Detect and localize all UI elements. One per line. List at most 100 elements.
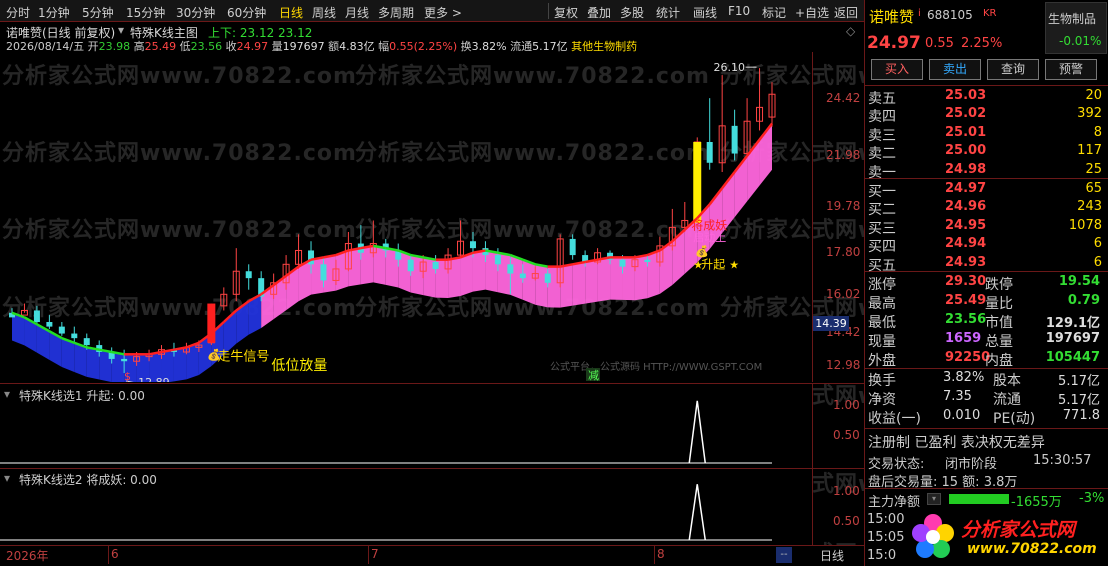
more-label: 更多 xyxy=(424,6,449,20)
time-axis-month: 7 xyxy=(371,547,379,561)
stat-value: 771.8 xyxy=(1062,408,1100,423)
trade-status-value: 闭市阶段 xyxy=(945,457,998,472)
multi-stock-button[interactable]: 多股 xyxy=(620,4,644,21)
period-tab-intraday[interactable]: 分时 xyxy=(6,4,30,21)
buy-level-label: 买五 xyxy=(868,257,896,274)
period-tab-daily[interactable]: 日线 xyxy=(279,4,303,21)
sell-button[interactable]: 卖出 xyxy=(929,59,981,80)
candle-body xyxy=(121,358,128,362)
main-force-dropdown-icon[interactable]: ▾ xyxy=(927,493,941,505)
trade-status-label: 交易状态: xyxy=(868,457,925,472)
current-price-label: 14.39 xyxy=(813,316,849,331)
divider xyxy=(865,428,1108,429)
period-tab-30min[interactable]: 30分钟 xyxy=(176,4,215,21)
mark-button[interactable]: 标记 xyxy=(762,4,786,21)
price-chart[interactable]: 26.1012.89走牛信号💰低位放量将成妖启动上💰升起★★公式平台，公式源码 … xyxy=(0,52,812,382)
bag-icon: 💰 xyxy=(207,349,221,362)
sub-panel-2-tick: 0.50 xyxy=(833,514,860,528)
draw-line-button[interactable]: 画线 xyxy=(693,4,717,21)
last-price: 24.97 xyxy=(867,33,921,53)
restore-rights-button[interactable]: 复权 xyxy=(554,4,578,21)
toolbar-divider xyxy=(548,3,549,19)
low-volume-label: 低位放量 xyxy=(271,358,327,374)
sell-level-price: 24.98 xyxy=(945,161,987,177)
indicator-dropdown-icon[interactable]: ▾ xyxy=(118,23,124,37)
signal-spike xyxy=(688,400,706,464)
ribbon-segment xyxy=(472,250,486,292)
f10-button[interactable]: F10 xyxy=(728,4,750,18)
back-button[interactable]: 返回 xyxy=(834,4,858,21)
sub-panel-1-tick: 0.50 xyxy=(833,428,860,442)
sub-panel-2-tick: 1.00 xyxy=(833,484,860,498)
sell-level-label: 卖四 xyxy=(868,109,896,126)
candle-body xyxy=(46,322,53,327)
sell-level-price: 25.01 xyxy=(945,124,987,140)
divider xyxy=(865,271,1108,272)
marker-s: $ xyxy=(124,370,131,382)
ribbon-segment xyxy=(86,347,100,380)
diamond-icon[interactable]: ◇ xyxy=(846,24,855,38)
candle-body xyxy=(407,259,414,272)
sell-level-volume: 25 xyxy=(1085,161,1102,177)
month-tick xyxy=(368,546,369,564)
stat-value: 197697 xyxy=(1045,331,1100,346)
main-force-pct: -3% xyxy=(1079,491,1105,506)
tick-time-1: 15:00 xyxy=(867,512,905,527)
info-icon[interactable]: i xyxy=(918,8,921,19)
stock-chart-app: 分时 1分钟 5分钟 15分钟 30分钟 60分钟 日线 周线 月线 多周期 更… xyxy=(0,0,1108,566)
ribbon-segment xyxy=(585,259,598,304)
buy-level-volume: 1078 xyxy=(1068,217,1102,233)
stat-value: 29.30 xyxy=(945,274,987,289)
stat-label: 总量 xyxy=(985,334,1013,350)
stat-label: 涨停 xyxy=(868,277,896,293)
stat-label: 流通 xyxy=(993,392,1021,408)
stat-value: 23.56 xyxy=(945,312,987,327)
statistics-button[interactable]: 统计 xyxy=(656,4,680,21)
price-tick: 21.98 xyxy=(826,148,861,162)
buy-level-label: 买二 xyxy=(868,202,896,219)
buy-level-volume: 6 xyxy=(1093,254,1102,270)
sub-panel-2-chart[interactable] xyxy=(0,469,812,545)
period-tab-monthly[interactable]: 月线 xyxy=(345,4,369,21)
ribbon-segment xyxy=(448,257,461,298)
overlay-button[interactable]: 叠加 xyxy=(587,4,611,21)
period-tab-weekly[interactable]: 周线 xyxy=(312,4,336,21)
platform-note: 公式平台，公式源码 HTTP://WWW.GSPT.COM xyxy=(550,360,762,373)
sell-level-label: 卖二 xyxy=(868,146,896,163)
buy-level-price: 24.95 xyxy=(945,217,987,233)
alert-button[interactable]: 预警 xyxy=(1045,59,1097,80)
price-tick: 16.02 xyxy=(826,287,861,301)
period-tab-15min[interactable]: 15分钟 xyxy=(126,4,165,21)
stat-label: PE(动) xyxy=(993,411,1036,427)
candle-body xyxy=(507,264,514,274)
sell-level-label: 卖一 xyxy=(868,164,896,181)
add-watchlist-button[interactable]: +自选 xyxy=(795,4,829,21)
buy-button[interactable]: 买入 xyxy=(871,59,923,80)
period-tab-multi[interactable]: 多周期 xyxy=(378,4,414,21)
candle-body xyxy=(494,255,501,265)
ribbon-segment xyxy=(647,250,660,299)
sell-level-volume: 117 xyxy=(1077,143,1102,159)
scroll-handle[interactable]: -- xyxy=(776,547,792,563)
stat-value: 5.17亿 xyxy=(1058,393,1100,408)
stat-value: 3.82% xyxy=(943,370,985,385)
query-button[interactable]: 查询 xyxy=(987,59,1039,80)
period-tab-1min[interactable]: 1分钟 xyxy=(38,4,70,21)
buy-level-volume: 243 xyxy=(1077,199,1102,215)
period-tab-more[interactable]: 更多 > xyxy=(424,4,462,21)
stat-value: 0.79 xyxy=(1067,293,1100,308)
period-tab-5min[interactable]: 5分钟 xyxy=(82,4,114,21)
stat-value: 0.010 xyxy=(943,408,981,423)
sub-panel-1-chart[interactable] xyxy=(0,384,812,468)
price-tick: 19.78 xyxy=(826,199,861,213)
period-badge[interactable]: 日线 xyxy=(820,547,844,564)
bag-icon: 💰 xyxy=(695,245,709,258)
ribbon-segment xyxy=(560,264,573,308)
divider xyxy=(865,178,1108,179)
stat-value: 19.54 xyxy=(1058,274,1100,289)
period-tab-60min[interactable]: 60分钟 xyxy=(227,4,266,21)
sub-panel-2-axis xyxy=(812,469,864,545)
stat-label: 量比 xyxy=(985,296,1013,312)
ribbon-segment xyxy=(186,342,199,380)
high-label: 26.10 xyxy=(714,61,746,74)
